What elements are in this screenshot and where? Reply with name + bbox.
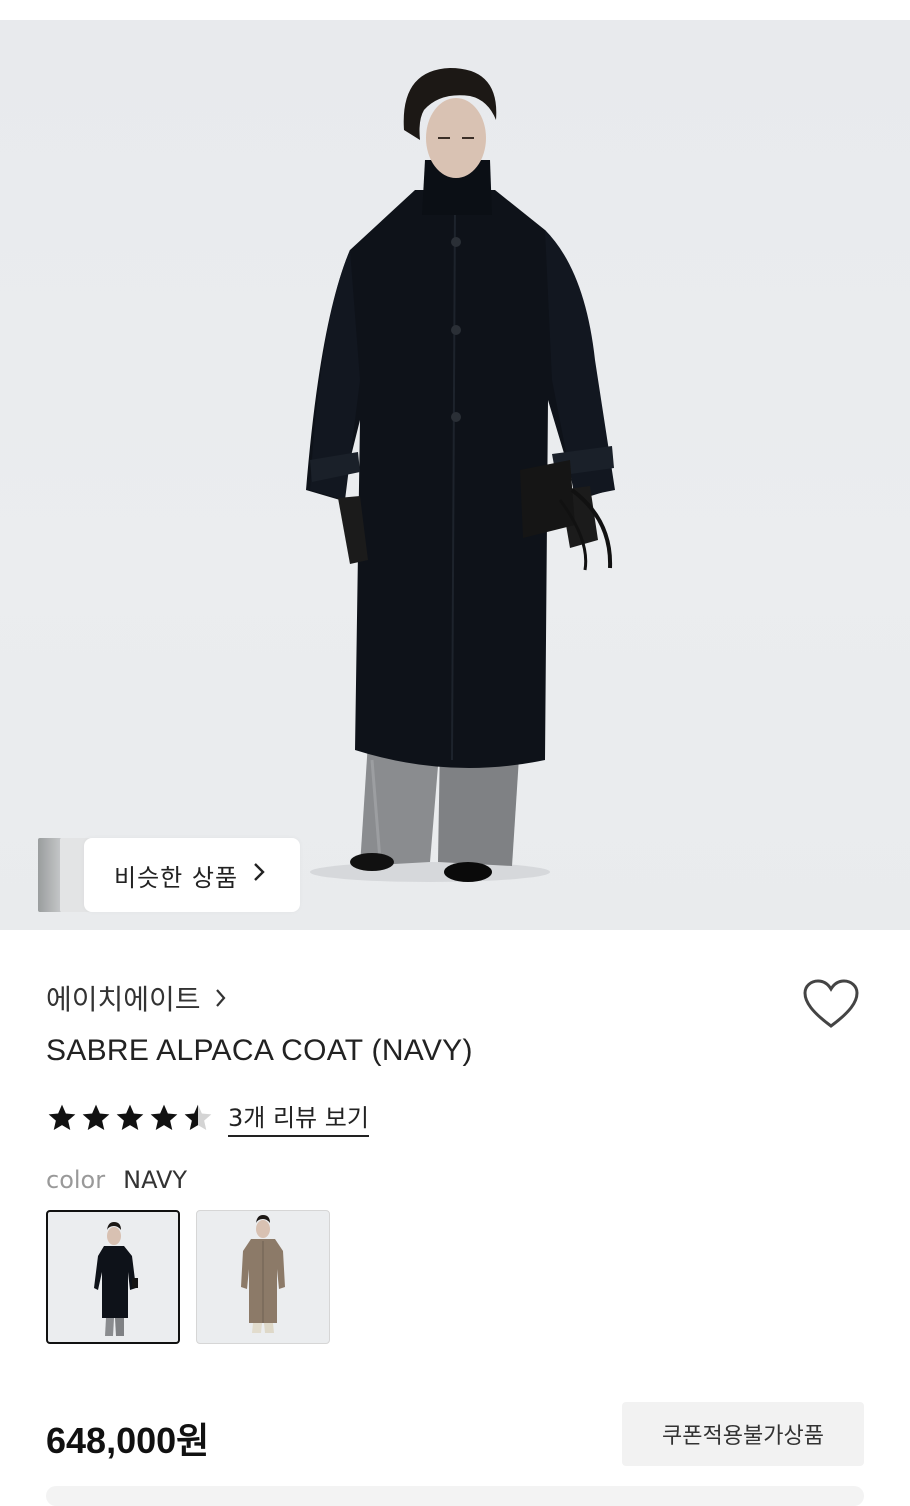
- model-photo: [306, 68, 615, 882]
- similar-products-label: 비슷한 상품: [114, 863, 239, 892]
- star-rating: [46, 1102, 214, 1134]
- beige-coat-thumbnail: [241, 1215, 285, 1333]
- product-title: SABRE ALPACA COAT (NAVY): [46, 1034, 473, 1067]
- chevron-right-icon: [252, 861, 266, 889]
- coupon-status-badge: 쿠폰적용불가상품: [622, 1402, 864, 1466]
- rating-row: 3개 리뷰 보기: [46, 1098, 369, 1137]
- bottom-panel-edge: [46, 1486, 864, 1506]
- star-icon: [116, 1104, 144, 1130]
- brand-name: 에이치에이트: [46, 983, 201, 1016]
- brand-link[interactable]: 에이치에이트: [46, 978, 227, 1018]
- color-label: color: [46, 1166, 106, 1194]
- star-icon: [48, 1104, 76, 1130]
- chevron-right-icon: [215, 982, 227, 1015]
- color-option-navy[interactable]: [46, 1210, 180, 1344]
- heart-icon[interactable]: [802, 978, 860, 1030]
- color-row: color NAVY: [46, 1166, 187, 1194]
- review-link[interactable]: 3개 리뷰 보기: [228, 1098, 369, 1137]
- product-hero-image[interactable]: 비슷한 상품: [0, 20, 910, 930]
- star-half-icon: [184, 1104, 212, 1130]
- similar-products-button[interactable]: 비슷한 상품: [84, 838, 300, 912]
- star-icon: [150, 1104, 178, 1130]
- navy-coat-thumbnail: [94, 1222, 138, 1336]
- product-price: 648,000원: [46, 1420, 210, 1461]
- similar-thumb-1: [38, 838, 62, 912]
- star-icon: [82, 1104, 110, 1130]
- color-value: NAVY: [123, 1166, 188, 1194]
- color-option-beige[interactable]: [196, 1210, 330, 1344]
